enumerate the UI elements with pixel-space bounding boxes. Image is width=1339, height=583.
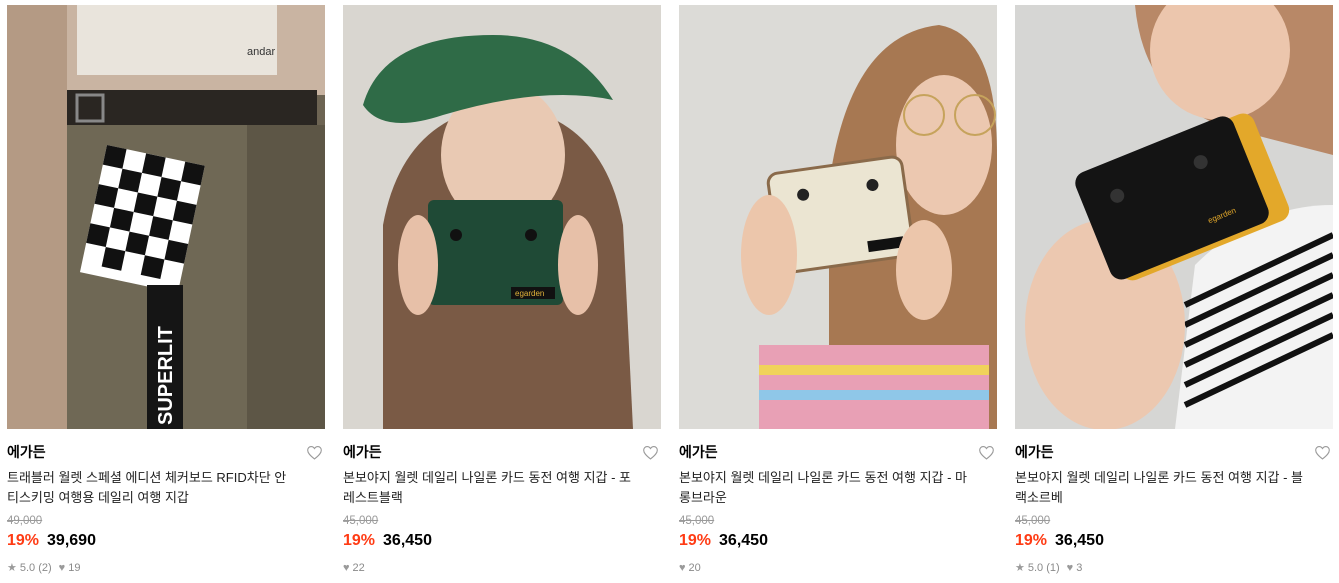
product-image[interactable]: [679, 5, 997, 429]
product-photo-checkerboard-wallet: SUPERLIT andar: [7, 5, 325, 429]
product-grid: SUPERLIT andar 에가든 트래블러 월렛 스페셜 에디션 체커보드 …: [0, 0, 1339, 583]
rating-text: 5.0 (1): [1027, 562, 1060, 574]
product-card[interactable]: SUPERLIT andar 에가든 트래블러 월렛 스페셜 에디션 체커보드 …: [7, 5, 325, 575]
discount-rate: 19%: [7, 532, 40, 549]
heart-icon: ♥: [343, 561, 350, 574]
product-image[interactable]: SUPERLIT andar: [7, 5, 325, 429]
shirt-logo-text: andar: [247, 46, 275, 58]
discount-rate: 19%: [1015, 532, 1048, 549]
product-meta: ★ 5.0 (1) ♥ 3: [1015, 561, 1333, 575]
strap-text: SUPERLIT: [155, 326, 177, 425]
brand-name[interactable]: 에가든: [343, 443, 661, 461]
likes-count: 22: [352, 562, 365, 574]
product-photo-marron-brown-wallet: [679, 5, 997, 429]
likes: ♥ 22: [343, 561, 365, 575]
wishlist-heart-icon[interactable]: [306, 445, 323, 460]
wishlist-heart-icon[interactable]: [642, 445, 659, 460]
rating: ★ 5.0 (1): [1015, 561, 1060, 575]
rating: ★ 5.0 (2): [7, 561, 52, 575]
product-info: 에가든 본보야지 월렛 데일리 나일론 카드 동전 여행 지갑 - 블랙소르베 …: [1015, 429, 1333, 575]
price-row: 19% 36,450: [679, 530, 997, 552]
product-info: 에가든 본보야지 월렛 데일리 나일론 카드 동전 여행 지갑 - 마롱브라운 …: [679, 429, 997, 575]
price-row: 19% 36,450: [343, 530, 661, 552]
product-title[interactable]: 본보야지 월렛 데일리 나일론 카드 동전 여행 지갑 - 마롱브라운: [679, 468, 969, 508]
heart-icon: ♥: [679, 561, 686, 574]
product-photo-forest-black-wallet: egarden: [343, 5, 661, 429]
original-price: 45,000: [343, 515, 379, 527]
product-title[interactable]: 본보야지 월렛 데일리 나일론 카드 동전 여행 지갑 - 포레스트블랙: [343, 468, 633, 508]
brand-name[interactable]: 에가든: [7, 443, 325, 461]
product-photo-black-sorbet-wallet: egarden: [1015, 5, 1333, 429]
heart-icon: ♥: [58, 561, 66, 574]
brand-name[interactable]: 에가든: [1015, 443, 1333, 461]
wishlist-heart-icon[interactable]: [1314, 445, 1331, 460]
product-card[interactable]: egarden 에가든 본보야지 월렛 데일리 나일론 카드 동전 여행 지갑 …: [1015, 5, 1333, 575]
sale-price: 36,450: [383, 532, 432, 549]
likes: ♥ 20: [679, 561, 701, 575]
product-info: 에가든 트래블러 월렛 스페셜 에디션 체커보드 RFID차단 안티스키밍 여행…: [7, 429, 325, 575]
sale-price: 36,450: [1055, 532, 1104, 549]
likes: ♥ 19: [59, 561, 81, 575]
star-icon: ★: [7, 561, 17, 574]
discount-rate: 19%: [343, 532, 376, 549]
product-meta: ★ 5.0 (2) ♥ 19: [7, 561, 325, 575]
product-info: 에가든 본보야지 월렛 데일리 나일론 카드 동전 여행 지갑 - 포레스트블랙…: [343, 429, 661, 575]
wallet-label: egarden: [515, 289, 544, 298]
star-icon: ★: [1015, 561, 1025, 574]
product-card[interactable]: egarden 에가든 본보야지 월렛 데일리 나일론 카드 동전 여행 지갑 …: [343, 5, 661, 575]
likes-count: 3: [1076, 562, 1083, 574]
product-meta: ♥ 20: [679, 561, 997, 575]
heart-icon: ♥: [1066, 561, 1074, 574]
product-title[interactable]: 트래블러 월렛 스페셜 에디션 체커보드 RFID차단 안티스키밍 여행용 데일…: [7, 468, 297, 508]
original-price: 45,000: [1015, 515, 1051, 527]
price-row: 19% 36,450: [1015, 530, 1333, 552]
sale-price: 39,690: [47, 532, 96, 549]
discount-rate: 19%: [679, 532, 712, 549]
likes: ♥ 3: [1067, 561, 1083, 575]
product-card[interactable]: 에가든 본보야지 월렛 데일리 나일론 카드 동전 여행 지갑 - 마롱브라운 …: [679, 5, 997, 575]
rating-text: 5.0 (2): [19, 562, 52, 574]
product-image[interactable]: egarden: [1015, 5, 1333, 429]
price-row: 19% 39,690: [7, 530, 325, 552]
likes-count: 19: [68, 562, 81, 574]
product-image[interactable]: egarden: [343, 5, 661, 429]
likes-count: 20: [688, 562, 701, 574]
original-price: 45,000: [679, 515, 715, 527]
wishlist-heart-icon[interactable]: [978, 445, 995, 460]
sale-price: 36,450: [719, 532, 768, 549]
brand-name[interactable]: 에가든: [679, 443, 997, 461]
product-meta: ♥ 22: [343, 561, 661, 575]
original-price: 49,000: [7, 515, 43, 527]
product-title[interactable]: 본보야지 월렛 데일리 나일론 카드 동전 여행 지갑 - 블랙소르베: [1015, 468, 1305, 508]
